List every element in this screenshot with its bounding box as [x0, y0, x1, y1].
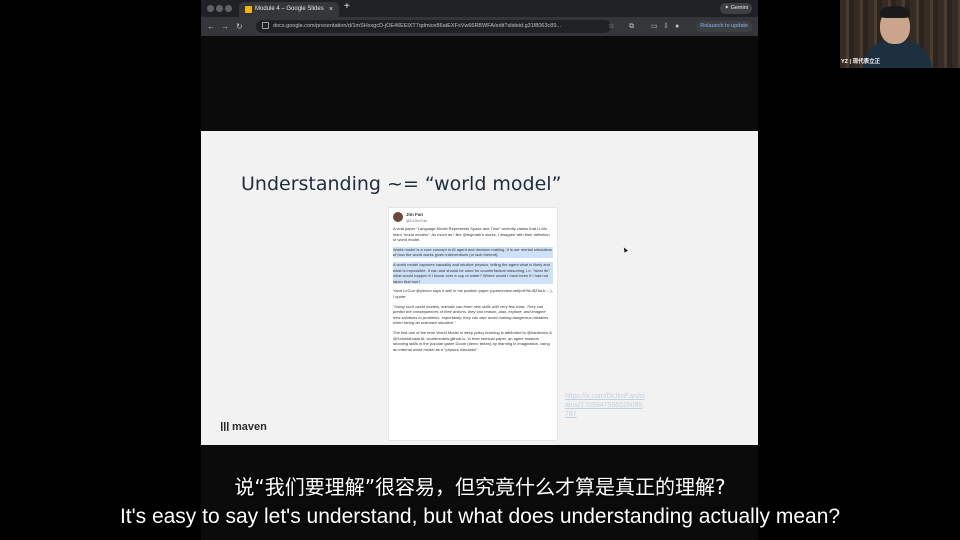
- sidepanel-icon[interactable]: ▭: [651, 20, 658, 33]
- tweet-paragraph-highlight: A world model captures causality and int…: [393, 261, 553, 285]
- subtitle-chinese: 说“我们要理解”很容易，但究竟什么才算是真正的理解?: [234, 475, 726, 499]
- presenter-hair: [880, 6, 910, 18]
- forward-icon[interactable]: →: [221, 19, 229, 34]
- maximize-window-icon[interactable]: [225, 5, 232, 12]
- tab-google-slides[interactable]: Module 4 – Google Slides ×: [239, 2, 339, 17]
- mouse-cursor-icon: [622, 246, 628, 253]
- source-link[interactable]: https://x.com/DrJimFan/status/1709947595…: [565, 392, 645, 419]
- webcam-overlay: YZ | 现代表立正: [840, 0, 960, 68]
- close-window-icon[interactable]: [207, 5, 214, 12]
- avatar: [393, 212, 403, 222]
- address-bar[interactable]: docs.google.com/presentation/d/1mSHxxgcD…: [256, 20, 611, 33]
- profile-icon[interactable]: ●: [675, 20, 679, 33]
- tab-bar: Module 4 – Google Slides × + ✦ Gemini: [201, 0, 758, 17]
- slide-canvas: Understanding ~= “world model” Jim Fan @…: [201, 131, 758, 445]
- tweet-paragraph-highlight: World model is a core concept in AI agen…: [393, 246, 553, 258]
- subtitle-english: It's easy to say let's understand, but w…: [119, 505, 841, 528]
- maven-logo-icon: [221, 422, 229, 431]
- webcam-label: YZ | 现代表立正: [841, 59, 881, 65]
- minimize-window-icon[interactable]: [216, 5, 223, 12]
- tweet-author: Jim Fan: [406, 212, 424, 217]
- back-icon[interactable]: ←: [207, 19, 215, 34]
- brand-name: maven: [232, 421, 267, 433]
- tab-title: Module 4 – Google Slides: [255, 6, 324, 12]
- tweet-paragraph: The first use of the term World Model in…: [393, 329, 552, 352]
- download-icon[interactable]: ⇩: [663, 20, 669, 33]
- slide-title: Understanding ~= “world model”: [241, 173, 562, 195]
- tweet-quote: "Using such world models, animals can le…: [393, 303, 549, 326]
- star-icon[interactable]: ☆: [608, 20, 614, 33]
- new-tab-button[interactable]: +: [344, 1, 350, 12]
- tweet-body: A viral paper "Language Model Represents…: [393, 226, 553, 356]
- tab-close-icon[interactable]: ×: [329, 2, 333, 17]
- browser-toolbar: ← → ↻ docs.google.com/presentation/d/1mS…: [201, 17, 758, 36]
- relaunch-button[interactable]: Relaunch to update: [696, 21, 752, 32]
- extensions-icon[interactable]: ⧉: [629, 20, 634, 33]
- slides-icon: [245, 6, 252, 13]
- tweet-paragraph: Yann LeCun @ylecun says it well in his p…: [393, 288, 553, 299]
- browser-window: Module 4 – Google Slides × + ✦ Gemini ← …: [201, 0, 758, 540]
- gemini-button[interactable]: ✦ Gemini: [720, 3, 752, 14]
- brand-logo: maven: [221, 421, 267, 433]
- tweet-screenshot: Jim Fan @DrJimFan A viral paper "Languag…: [388, 207, 558, 441]
- tweet-handle: @DrJimFan: [406, 218, 428, 223]
- url-text: docs.google.com/presentation/d/1mSHxxgcD…: [273, 23, 561, 29]
- tweet-paragraph: A viral paper "Language Model Represents…: [393, 226, 550, 243]
- reload-icon[interactable]: ↻: [236, 19, 243, 34]
- site-info-icon[interactable]: [262, 22, 269, 30]
